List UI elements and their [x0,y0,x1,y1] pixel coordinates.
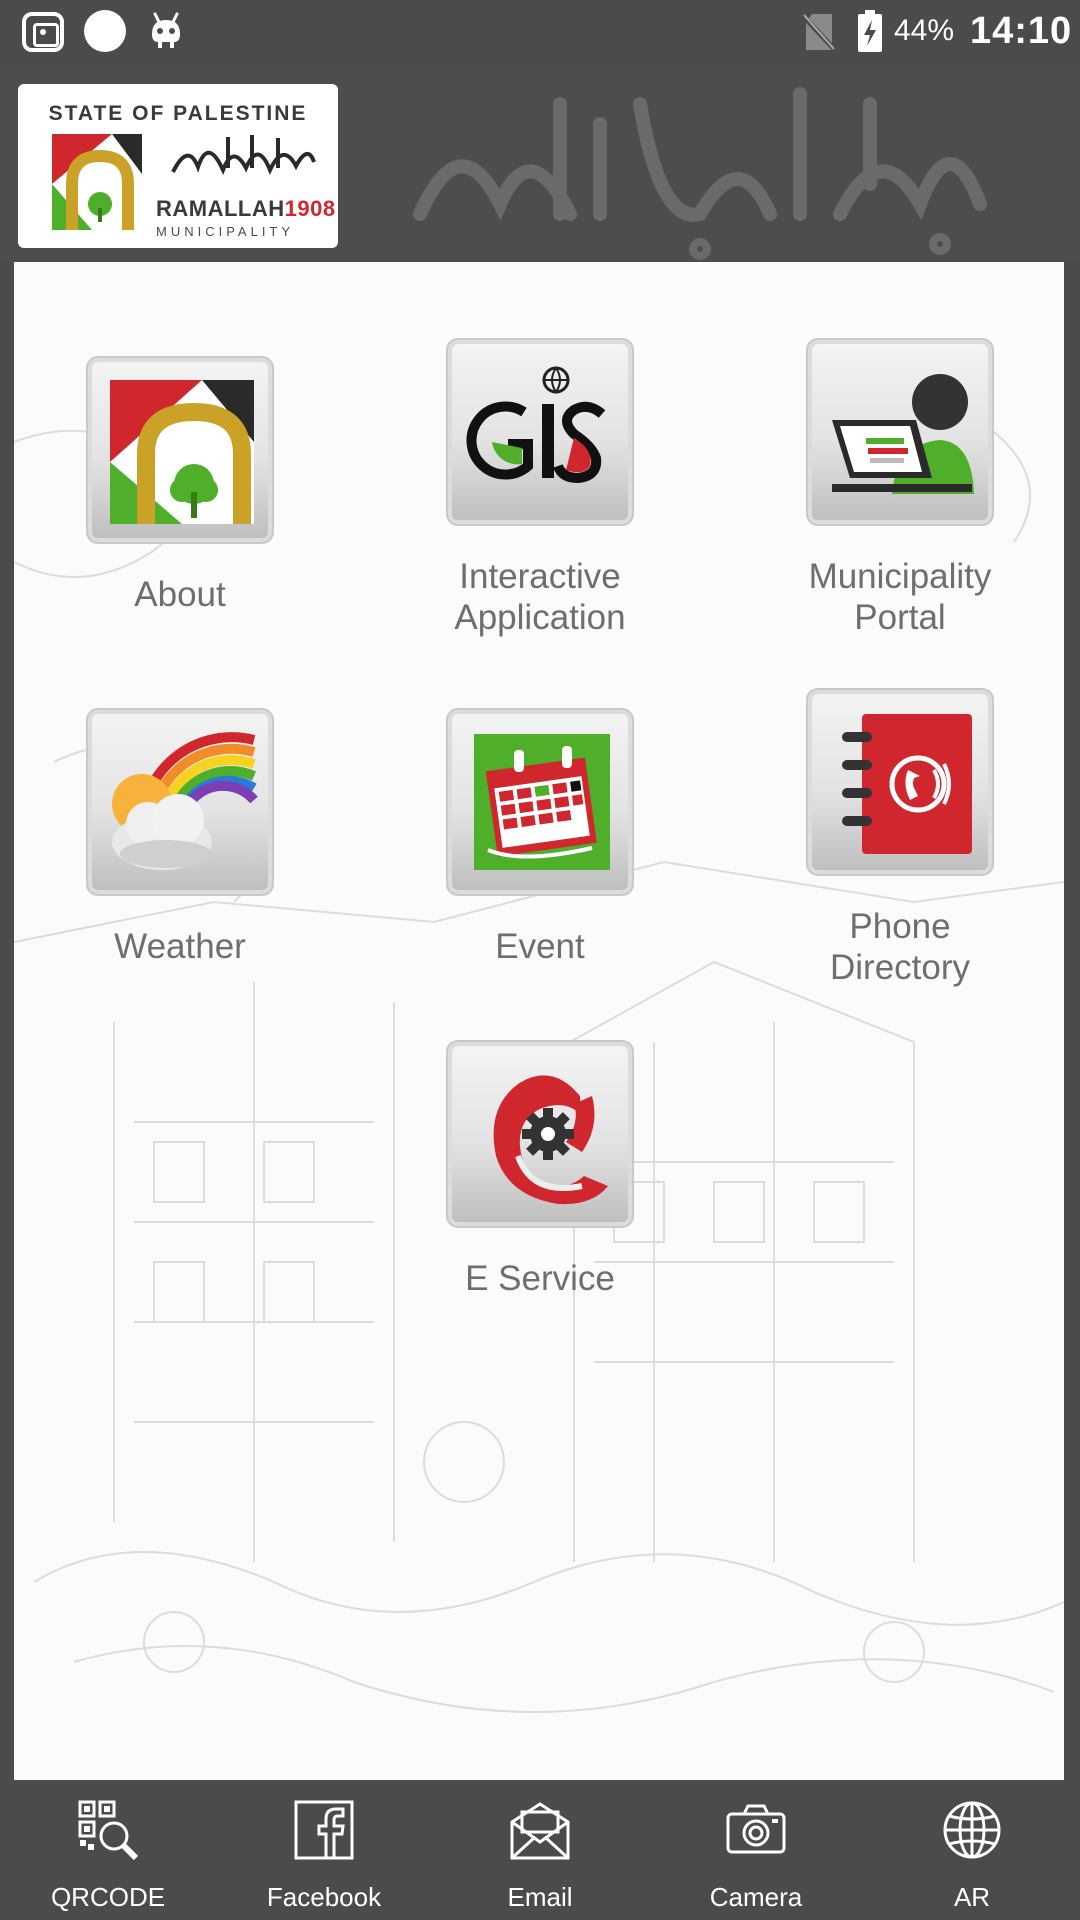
e-service-tile[interactable]: E Service [390,1040,690,1299]
e-service-gear-icon [493,1075,608,1205]
interactive-application-button[interactable] [446,338,634,526]
logo-city-text: RAMALLAH1908 [156,196,336,222]
weather-label: Weather [114,927,246,966]
logo-state-text: STATE OF PALESTINE [48,102,308,125]
nav-email-label: Email [507,1882,573,1912]
phone-directory-button[interactable] [806,688,994,876]
nav-camera-label: Camera [709,1882,803,1912]
event-button[interactable] [446,708,634,896]
e-service-button[interactable] [446,1040,634,1228]
calendar-icon [474,734,610,870]
logo-city-name: RAMALLAH [156,196,285,221]
phone-directory-label: Phone Directory [829,907,971,987]
event-label: Event [495,927,585,966]
logo-year: 1908 [284,196,336,221]
e-service-label: E Service [465,1259,615,1298]
municipality-portal-tile[interactable]: Municipality Portal [750,338,1050,638]
event-tile[interactable]: Event [390,708,690,967]
globe-icon [943,1801,1001,1859]
weather-tile[interactable]: Weather [30,708,330,967]
about-button[interactable] [86,356,274,544]
nav-qrcode-label: QRCODE [50,1882,166,1912]
phone-directory-tile[interactable]: Phone Directory [750,688,1050,988]
interactive-application-label: Interactive Application [454,557,626,637]
municipality-logo[interactable]: STATE OF PALESTINE RAMALLAH1908 MUNICIPA… [18,84,338,248]
about-label: About [134,575,226,614]
palestine-arch-icon [110,380,254,524]
battery-charging-icon [858,10,882,52]
nav-facebook[interactable]: Facebook [216,1780,432,1920]
nav-ar-label: AR [953,1882,991,1912]
email-icon [510,1802,570,1860]
main-menu: About Interactive Application Municipali… [14,262,1064,1780]
phone-book-icon [842,714,972,854]
weather-button[interactable] [86,708,274,896]
qr-search-icon [78,1800,138,1860]
nav-camera[interactable]: Camera [648,1780,864,1920]
clock: 14:10 [970,10,1073,52]
municipality-portal-button[interactable] [806,338,994,526]
android-icon [152,12,180,48]
interactive-application-tile[interactable]: Interactive Application [390,338,690,638]
portal-user-icon [832,374,974,494]
weather-rainbow-icon [112,732,258,870]
app-header: STATE OF PALESTINE RAMALLAH1908 MUNICIPA… [0,64,1080,262]
battery-percent: 44% [894,14,955,47]
logo-municipality-text: MUNICIPALITY [156,224,295,239]
no-sim-icon [802,14,836,52]
nav-ar[interactable]: AR [864,1780,1080,1920]
municipality-portal-label: Municipality Portal [808,557,992,637]
header-calligraphy-watermark [413,87,987,260]
nav-qrcode[interactable]: QRCODE [0,1780,216,1920]
camera-icon [726,1804,786,1854]
facebook-icon [294,1800,354,1860]
nav-email[interactable]: Email [432,1780,648,1920]
logo-arabic-calligraphy [171,135,316,176]
screenshot-icon [22,12,64,52]
about-tile[interactable]: About [30,356,330,615]
bottom-navigation: QRCODE Facebook Email Camera AR [0,1780,1080,1920]
palestine-arch-logo-icon [52,134,142,230]
nav-facebook-label: Facebook [266,1882,382,1912]
circle-dot-icon [84,10,126,52]
gis-icon [466,366,606,484]
status-bar: 44% 14:10 [0,0,1080,64]
